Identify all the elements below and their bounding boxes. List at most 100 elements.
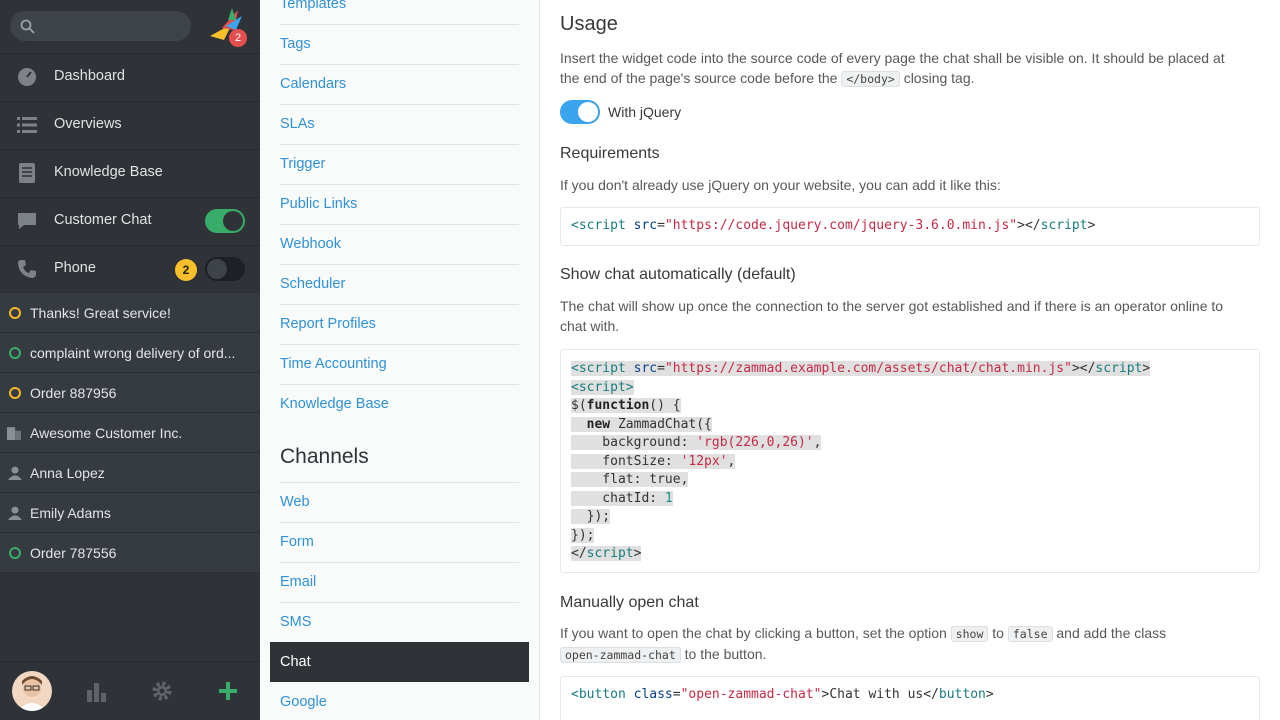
task-label: Anna Lopez <box>30 465 105 481</box>
nav-item-label: Phone <box>54 260 96 276</box>
plus-icon[interactable] <box>217 680 239 702</box>
settings-link-label: Templates <box>280 0 347 12</box>
settings-link-label: Email <box>280 574 317 590</box>
code-class-value: "open-zammad-chat" <box>680 687 822 702</box>
jquery-code-block[interactable]: <script src="https://code.jquery.com/jqu… <box>560 207 1260 246</box>
task-label: Emily Adams <box>30 505 111 521</box>
settings-link-label: Scheduler <box>280 276 346 292</box>
code-flat-value: true <box>649 472 681 487</box>
settings-link-slas[interactable]: SLAs <box>280 105 519 145</box>
phone-toggle[interactable] <box>205 257 245 281</box>
settings-link-public-links[interactable]: Public Links <box>280 185 519 225</box>
chat-bubble-icon <box>18 213 36 229</box>
auto-text-line-1: The chat will show up once the connectio… <box>560 298 1224 314</box>
open-tasks-list: Thanks! Great service! complaint wrong d… <box>0 293 260 573</box>
nav-bottom-bar <box>0 661 260 720</box>
inline-code: </body> <box>841 71 900 87</box>
settings-link-label: Public Links <box>280 196 358 212</box>
settings-link-label: Webhook <box>280 236 341 252</box>
notification-badge[interactable]: 2 <box>229 29 247 47</box>
settings-link-google[interactable]: Google <box>280 683 519 720</box>
manual-text-a: If you want to open the chat by clicking… <box>560 625 947 641</box>
customer-chat-toggle[interactable] <box>205 209 245 233</box>
overviews-icon <box>17 117 37 133</box>
settings-sidebar: Templates Tags Calendars SLAs Trigger Pu… <box>260 0 540 720</box>
task-item[interactable]: Anna Lopez <box>0 453 260 493</box>
requirements-text: If you don't already use jQuery on your … <box>560 177 1001 193</box>
nav-item-label: Knowledge Base <box>54 164 163 180</box>
settings-link-trigger[interactable]: Trigger <box>280 145 519 185</box>
auto-chat-text: The chat will show up once the connectio… <box>560 296 1260 336</box>
settings-link-scheduler[interactable]: Scheduler <box>280 265 519 305</box>
phone-count-badge: 2 <box>175 259 197 281</box>
inline-code: open-zammad-chat <box>560 647 681 663</box>
settings-link-tags[interactable]: Tags <box>280 25 519 65</box>
settings-link-email[interactable]: Email <box>280 563 519 603</box>
nav-item-label: Customer Chat <box>54 212 152 228</box>
chat-settings-content: Usage Insert the widget code into the so… <box>540 0 1280 720</box>
nav-item-knowledge-base[interactable]: Knowledge Base <box>0 149 260 196</box>
phone-icon <box>18 260 36 278</box>
settings-link-label: Time Accounting <box>280 356 387 372</box>
settings-link-label: Knowledge Base <box>280 396 389 412</box>
chat-widget-code-block[interactable]: <script src="https://zammad.example.com/… <box>560 349 1260 573</box>
main-navigation: 2 Dashboard Overviews Knowledge Base Cus… <box>0 0 260 720</box>
channels-heading: Channels <box>280 445 369 468</box>
gear-icon[interactable] <box>151 680 173 702</box>
task-label: complaint wrong delivery of ord... <box>30 345 236 361</box>
requirements-heading: Requirements <box>560 145 660 162</box>
task-label: Awesome Customer Inc. <box>30 425 183 441</box>
code-background-value: 'rgb(226,0,26)' <box>696 435 814 450</box>
manual-chat-code-block[interactable]: <button class="open-zammad-chat">Chat wi… <box>560 676 1260 720</box>
code-fontsize-value: '12px' <box>680 453 728 469</box>
search-input[interactable] <box>10 11 191 41</box>
task-label: Order 787556 <box>30 545 117 561</box>
nav-item-overviews[interactable]: Overviews <box>0 101 260 148</box>
user-icon <box>8 506 22 520</box>
settings-link-calendars[interactable]: Calendars <box>280 65 519 105</box>
usage-text-line-2-end: closing tag. <box>903 70 975 86</box>
auto-text-line-2: chat with. <box>560 318 620 334</box>
settings-link-form[interactable]: Form <box>280 523 519 563</box>
settings-link-knowledge-base[interactable]: Knowledge Base <box>280 385 519 425</box>
settings-link-label: Tags <box>280 36 311 52</box>
usage-text: Insert the widget code into the source c… <box>560 48 1260 89</box>
task-item[interactable]: Awesome Customer Inc. <box>0 413 260 453</box>
ticket-status-icon <box>9 547 21 559</box>
settings-link-webhook[interactable]: Webhook <box>280 225 519 265</box>
inline-code: false <box>1007 626 1053 642</box>
with-jquery-toggle[interactable] <box>560 100 600 124</box>
ticket-status-icon <box>9 347 21 359</box>
usage-text-line-2: the end of the page's source code before… <box>560 70 838 86</box>
settings-link-report-profiles[interactable]: Report Profiles <box>280 305 519 345</box>
task-label: Thanks! Great service! <box>30 305 171 321</box>
settings-link-time-accounting[interactable]: Time Accounting <box>280 345 519 385</box>
settings-link-templates[interactable]: Templates <box>280 0 519 25</box>
settings-link-label: Form <box>280 534 314 550</box>
settings-link-sms[interactable]: SMS <box>280 603 519 643</box>
manual-chat-heading: Manually open chat <box>560 594 699 611</box>
settings-link-chat[interactable]: Chat <box>270 642 529 682</box>
reports-icon[interactable] <box>86 680 108 702</box>
nav-item-dashboard[interactable]: Dashboard <box>0 53 260 100</box>
settings-link-label: SLAs <box>280 116 315 132</box>
code-src-value: "https://code.jquery.com/jquery-3.6.0.mi… <box>664 218 1018 233</box>
dashboard-icon <box>18 68 36 86</box>
nav-item-customer-chat[interactable]: Customer Chat <box>0 197 260 244</box>
settings-link-label: Calendars <box>280 76 347 92</box>
manual-text-d: to the button. <box>684 646 767 662</box>
task-item[interactable]: Thanks! Great service! <box>0 293 260 333</box>
settings-link-label: Web <box>280 494 310 510</box>
task-item[interactable]: Order 887956 <box>0 373 260 413</box>
task-item[interactable]: Emily Adams <box>0 493 260 533</box>
task-item[interactable]: Order 787556 <box>0 533 260 573</box>
nav-item-phone[interactable]: Phone 2 <box>0 245 260 292</box>
organization-icon <box>7 427 21 440</box>
avatar[interactable] <box>12 671 52 711</box>
code-button-text: Chat with us <box>829 687 924 702</box>
settings-link-label: Google <box>280 694 327 710</box>
task-item[interactable]: complaint wrong delivery of ord... <box>0 333 260 373</box>
nav-item-label: Dashboard <box>54 68 125 84</box>
settings-link-web[interactable]: Web <box>280 482 519 523</box>
book-icon <box>19 163 35 183</box>
